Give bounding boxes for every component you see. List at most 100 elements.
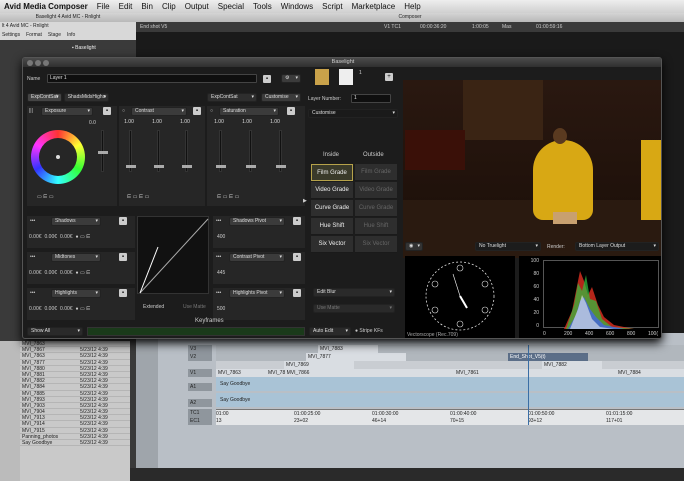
highlights-controls[interactable]: ● ▭ ⋿ [76, 306, 91, 312]
auto-edit-dropdown[interactable]: Auto Edit [309, 327, 351, 336]
menu-edit[interactable]: Edit [119, 2, 133, 11]
clip-v1-c[interactable]: MVI_7863 [216, 369, 266, 377]
highlights-dropdown[interactable]: Highlights [51, 289, 101, 298]
clip-v1-a[interactable]: MVI_7869 [284, 361, 354, 369]
shadows-pivot-dropdown[interactable]: Shadows Pivot [229, 217, 285, 226]
saturation-dropdown[interactable]: Saturation [219, 107, 279, 116]
keyframe-track[interactable] [87, 327, 305, 336]
contrast-value-3[interactable]: 1.00 [175, 119, 195, 125]
saturation-slider-1[interactable] [216, 130, 226, 172]
highlights-pivot-value[interactable]: 500 [217, 306, 225, 312]
layer-thumbnail-1[interactable] [315, 69, 329, 85]
track-header-a1[interactable]: A1 [188, 383, 212, 391]
tone-curve-graph[interactable] [137, 216, 209, 294]
clip-v2-a[interactable]: MVI_7877 [306, 353, 406, 361]
color-wheel[interactable] [31, 130, 85, 184]
track-v1[interactable]: MVI_7863 MVI_78 MVI_7866 MVI_7861 MVI_78… [216, 369, 684, 377]
track-a2[interactable]: Say Goodbye [216, 393, 684, 407]
shadows-reset-icon[interactable]: ▪ [119, 217, 127, 225]
track-header-v3[interactable]: V3 [188, 345, 212, 353]
tab-shadsmidshighs[interactable]: ShadsMidsHighs [63, 93, 110, 102]
shadows-value-b[interactable]: 0.00€ [60, 234, 73, 240]
clip-v1-b[interactable]: MVI_7882 [542, 361, 602, 369]
clip-v3[interactable]: MVI_7883 [318, 345, 378, 353]
bin-tab-settings[interactable]: Settings [2, 31, 20, 40]
saturation-value-3[interactable]: 1.00 [265, 119, 285, 125]
menu-clip[interactable]: Clip [162, 2, 176, 11]
expand-arrow-icon[interactable]: ▶ [303, 198, 307, 204]
saturation-value-2[interactable]: 1.00 [237, 119, 257, 125]
contrast-knob-1[interactable] [126, 165, 136, 168]
bin-item-baselight[interactable]: ▪ Baselight [72, 45, 96, 51]
midtones-value-b[interactable]: 0.00€ [60, 270, 73, 276]
inside-film-grade-button[interactable]: Film Grade [311, 164, 353, 181]
highlights-value-r[interactable]: 0.00€ [29, 306, 42, 312]
contrast-slider-3[interactable] [182, 130, 192, 172]
saturation-knob-2[interactable] [246, 165, 256, 168]
inside-curve-grade-button[interactable]: Curve Grade [311, 200, 353, 217]
bin-tab[interactable]: lt 4 Avid MC - Rnlight [0, 22, 136, 31]
saturation-value-1[interactable]: 1.00 [209, 119, 229, 125]
exposure-value[interactable]: 0.0 [89, 120, 96, 126]
layer-name-field[interactable]: Layer 1 [47, 74, 257, 83]
stripe-kfs-toggle[interactable]: ● Stripe KFs [355, 328, 383, 334]
outside-video-grade-button[interactable]: Video Grade [355, 182, 397, 199]
clip-a1[interactable]: Say Goodbye [218, 380, 250, 388]
outside-film-grade-button[interactable]: Film Grade [355, 164, 397, 181]
shadows-pivot-value[interactable]: 400 [217, 234, 225, 240]
scope-options-dropdown[interactable]: ◉ [405, 242, 423, 251]
track-header-v2[interactable]: V2 [188, 353, 212, 361]
midtones-controls[interactable]: ● ▭ ⋿ [76, 270, 91, 276]
inside-six-vector-button[interactable]: Six Vector [311, 236, 353, 253]
midtones-dropdown[interactable]: Midtones [51, 253, 101, 262]
render-dropdown[interactable]: Bottom Layer Output [575, 242, 659, 251]
use-matte-button[interactable]: Use Matte [313, 304, 395, 313]
highlights-pivot-reset-icon[interactable]: ▪ [293, 289, 301, 297]
track-header-a2[interactable]: A2 [188, 399, 212, 407]
track-a1[interactable]: Say Goodbye [216, 377, 684, 391]
menu-file[interactable]: File [97, 2, 110, 11]
window-zoom-button[interactable] [43, 59, 49, 66]
color-wheel-puck[interactable] [56, 155, 60, 159]
highlights-value-g[interactable]: 0.00€ [45, 306, 58, 312]
clip-v1-f[interactable]: MVI_7884 [616, 369, 684, 377]
contrast-knob-3[interactable] [182, 165, 192, 168]
menu-tools[interactable]: Tools [253, 2, 272, 11]
midtones-value-g[interactable]: 0.00€ [45, 270, 58, 276]
inside-hue-shift-button[interactable]: Hue Shift [311, 218, 353, 235]
window-minimize-button[interactable] [35, 59, 41, 66]
show-all-dropdown[interactable]: Show All [27, 327, 83, 336]
shadows-value-g[interactable]: 0.00€ [45, 234, 58, 240]
exposure-reset-icon[interactable]: ▪ [103, 107, 111, 115]
clip-v2-b[interactable]: End_Shot_V5(t) [508, 353, 588, 361]
menu-windows[interactable]: Windows [281, 2, 313, 11]
menu-output[interactable]: Output [185, 2, 209, 11]
track-v2[interactable]: MVI_7877 End_Shot_V5(t) [216, 353, 684, 361]
clip-v1-e[interactable]: MVI_7861 [454, 369, 514, 377]
bin-tab-format[interactable]: Format [26, 31, 42, 40]
add-layer-icon[interactable]: + [385, 73, 393, 81]
contrast-value-2[interactable]: 1.00 [147, 119, 167, 125]
extended-toggle[interactable]: Extended [143, 304, 164, 310]
midtones-reset-icon[interactable]: ▪ [119, 253, 127, 261]
midtones-value-r[interactable]: 0.00€ [29, 270, 42, 276]
saturation-knob-1[interactable] [216, 165, 226, 168]
contrast-value-1[interactable]: 1.00 [119, 119, 139, 125]
contrast-dropdown[interactable]: Contrast [131, 107, 187, 116]
contrast-reset-icon[interactable]: ▪ [193, 107, 201, 115]
truelight-dropdown[interactable]: No Truelight [475, 242, 541, 251]
composer-clip-name[interactable]: End shot V5 [140, 24, 167, 30]
bin-tab-info[interactable]: Info [67, 31, 75, 40]
exposure-dropdown[interactable]: Exposure [41, 107, 93, 116]
clip-a2[interactable]: Say Goodbye [218, 396, 250, 404]
use-matte-toggle-left[interactable]: Use Matte [183, 304, 206, 310]
highlights-pivot-dropdown[interactable]: Highlights Pivot [229, 289, 285, 298]
layer-number-field[interactable]: 1 [351, 94, 391, 103]
window-close-button[interactable] [27, 59, 33, 66]
outside-six-vector-button[interactable]: Six Vector [355, 236, 397, 253]
tab-expcontsat-right[interactable]: ExpContSat [207, 93, 257, 102]
outside-hue-shift-button[interactable]: Hue Shift [355, 218, 397, 235]
highlights-value-b[interactable]: 0.00€ [60, 306, 73, 312]
layer-thumbnail-2[interactable] [339, 69, 353, 85]
tab-customise[interactable]: Customise [261, 93, 301, 102]
